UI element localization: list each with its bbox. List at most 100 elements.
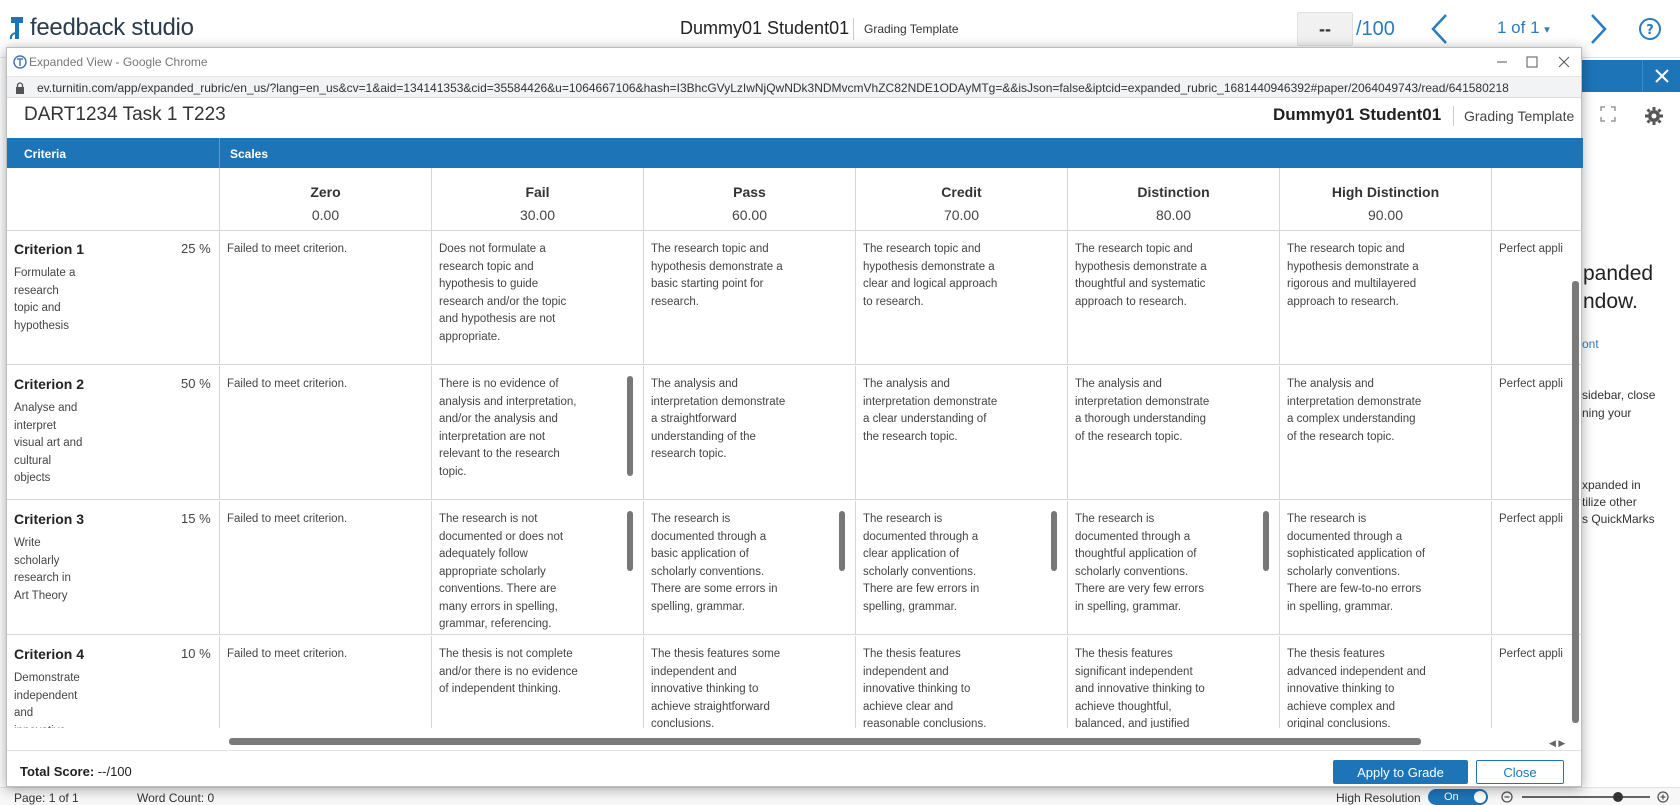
rubric-cell[interactable]: Failed to meet criterion. [220,366,432,500]
cell-description: Perfect appli [1499,243,1563,255]
paper-selector[interactable]: 1 of 1 ▾ [1497,18,1550,38]
toggle-knob [1474,791,1486,803]
rubric-cell[interactable]: The research topic and hypothesis demons… [1280,231,1492,365]
rubric-cell[interactable]: Failed to meet criterion. [220,231,432,365]
rubric-footer: Total Score: --/100 Apply to Grade Close [7,750,1581,788]
rubric-cell[interactable]: The research is not documented or does n… [432,501,644,635]
cell-scrollbar[interactable] [839,511,845,571]
total-score-value: --/100 [97,764,132,779]
rubric-cell[interactable]: Perfect appli [1492,636,1583,728]
cell-description: The thesis features advanced independent… [1287,648,1426,728]
expand-icon[interactable] [1600,106,1616,122]
rubric-cell[interactable]: Perfect appli [1492,366,1583,500]
cell-description: The thesis features significant independ… [1075,648,1205,728]
rubric-cell[interactable]: The thesis is not complete and/or there … [432,636,644,728]
rubric-cell[interactable]: The research is documented through a sop… [1280,501,1492,635]
scale-name: Pass [733,184,766,200]
criterion-row-label: Criterion 2 50 % Analyse and interpret vis… [7,366,220,500]
rubric-cell[interactable]: Failed to meet criterion. [220,636,432,728]
rubric-cell[interactable]: The thesis features significant independ… [1068,636,1280,728]
rubric-cell[interactable]: The analysis and interpretation demonstr… [1280,366,1492,500]
scale-header: Credit 70.00 [856,168,1068,231]
maximize-icon[interactable] [1523,53,1541,71]
scroll-arrows[interactable]: ◀ ▶ [1549,738,1565,749]
cell-description: The research topic and hypothesis demons… [1287,243,1419,308]
window-title: Expanded View - Google Chrome [29,55,208,69]
scale-name: Zero [310,184,341,200]
criterion-description: Write scholarly research in Art Theory [14,537,71,602]
rubric-cell[interactable]: The research is documented through a cle… [856,501,1068,635]
cell-description: Does not formulate a research topic and … [439,243,567,343]
cell-description: The research topic and hypothesis demons… [651,243,783,308]
chevron-left-icon[interactable] [1428,12,1452,46]
gear-icon[interactable] [1644,106,1664,126]
total-score: Total Score: --/100 [20,764,132,779]
criterion-description: Analyse and interpret visual art and cul… [14,402,83,484]
cell-description: The thesis is not complete and/or there … [439,648,578,695]
criterion-row-label: Criterion 3 15 % Write scholarly research … [7,501,220,635]
rubric-cell[interactable]: The research is documented through a bas… [644,501,856,635]
cell-description: Perfect appli [1499,648,1563,660]
grade-input[interactable]: -- [1297,12,1353,46]
rubric-header: DART1234 Task 1 T223 Dummy01 Student01 G… [7,98,1581,134]
scale-name: High Distinction [1331,184,1440,200]
cell-scrollbar[interactable] [1051,511,1057,571]
rubric-cell[interactable]: The thesis features independent and inno… [856,636,1068,728]
scale-header: Pass 60.00 [644,168,856,231]
rubric-cell[interactable]: The analysis and interpretation demonstr… [1068,366,1280,500]
scale-header: Fail 30.00 [432,168,644,231]
scale-header: Distinction 80.00 [1068,168,1280,231]
cell-scrollbar[interactable] [627,376,633,476]
minimize-icon[interactable] [1493,53,1511,71]
criterion-row-label: Criterion 1 25 % Formulate a research topi… [7,231,220,365]
cell-description: The research is documented through a cle… [863,513,980,613]
horizontal-scrollbar[interactable] [229,738,1421,745]
rubric-cell[interactable]: The thesis features some independent and… [644,636,856,728]
criterion-weight: 10 % [181,646,211,661]
close-icon[interactable] [1555,53,1573,71]
word-count: Word Count: 0 [137,791,215,805]
student-name: Dummy01 Student01 [1273,105,1442,124]
sidebar-close-button[interactable] [1642,60,1680,92]
chevron-right-icon[interactable] [1586,12,1610,46]
cell-scrollbar[interactable] [627,511,633,571]
zoom-slider[interactable] [1500,790,1670,804]
rubric-cell[interactable]: There is no evidence of analysis and int… [432,366,644,500]
scale-header [1492,168,1583,231]
vertical-scrollbar[interactable] [1572,281,1579,723]
apply-to-grade-button[interactable]: Apply to Grade [1333,760,1468,784]
rubric-cell[interactable]: Perfect appli [1492,231,1583,365]
high-resolution-toggle[interactable]: On [1428,789,1488,805]
scale-points: 80.00 [1155,207,1192,223]
sidebar-link[interactable]: ont [1582,336,1599,352]
cell-description: The analysis and interpretation demonstr… [863,378,998,443]
rubric-cell[interactable]: The research topic and hypothesis demons… [1068,231,1280,365]
criterion-name: Criterion 4 [14,646,85,662]
lock-icon [16,82,24,94]
close-button[interactable]: Close [1476,760,1564,784]
scale-points: 70.00 [943,207,980,223]
scale-points: 60.00 [731,207,768,223]
scale-name: Fail [525,184,550,200]
rubric-cell[interactable]: Failed to meet criterion. [220,501,432,635]
rubric-cell[interactable]: The analysis and interpretation demonstr… [856,366,1068,500]
rubric-cell[interactable]: The thesis features advanced independent… [1280,636,1492,728]
rubric-cell[interactable]: Perfect appli [1492,501,1583,635]
cell-description: The research is documented through a bas… [651,513,778,613]
cell-description: Failed to meet criterion. [227,243,348,255]
cell-scrollbar[interactable] [1263,511,1269,571]
rubric-cell[interactable]: The research topic and hypothesis demons… [644,231,856,365]
scale-header: High Distinction 90.00 [1280,168,1492,231]
address-bar[interactable]: ev.turnitin.com/app/expanded_rubric/en_u… [7,76,1581,98]
rubric-cell[interactable]: The analysis and interpretation demonstr… [644,366,856,500]
rubric-cell[interactable]: Does not formulate a research topic and … [432,231,644,365]
rubric-cell[interactable]: The research is documented through a tho… [1068,501,1280,635]
window-title-bar: Expanded View - Google Chrome [7,48,1581,76]
sidebar-text: tilize other [1582,495,1637,509]
rubric-table[interactable]: Zero 0.00 Fail 30.00 Pass 60.00 Credit 70.00 Dis… [7,168,1583,728]
rubric-cell[interactable]: The research topic and hypothesis demons… [856,231,1068,365]
turnitin-icon [13,55,27,69]
scale-points: 30.00 [519,207,556,223]
help-icon[interactable]: ? [1638,17,1662,41]
turnitin-logo-icon [8,15,26,41]
